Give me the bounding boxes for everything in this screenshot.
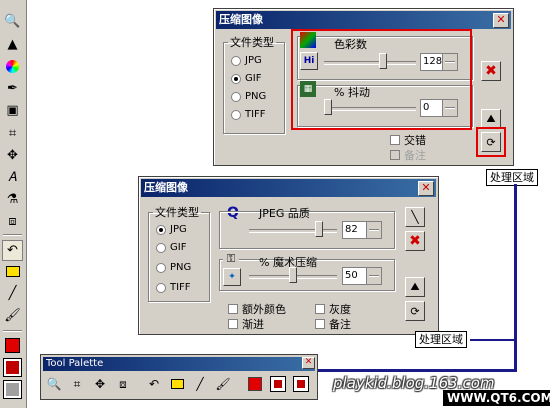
eyedropper-button[interactable]: ╲ [405,207,425,227]
crop-icon[interactable]: ⌗ [68,375,86,393]
preview-button[interactable]: ⛰ [405,277,425,297]
palette-title: Tool Palette [46,358,104,369]
radio-tiff[interactable]: TIFF [231,109,266,120]
rectangle-icon[interactable] [168,375,186,393]
landscape-icon: ⛰ [486,112,496,125]
close-button[interactable]: ✕ [418,181,434,196]
close-button[interactable]: ✕ [493,13,509,28]
bottom-compress-dialog: 压缩图像 ✕ 文件类型 JPG GIF PNG TIFF Q JPEG 品质 8… [138,176,439,335]
radio-circle [231,91,241,102]
radio-jpg[interactable]: JPG [231,55,262,66]
zoom-icon[interactable]: 🔍 [45,375,63,393]
file-type-label: 文件类型 [155,206,199,219]
magic-slider[interactable] [249,266,337,286]
magic-tool-icon: ⚿ [223,252,239,266]
refresh-image-icon: ⟳ [410,304,420,318]
stamp-icon[interactable]: ⚗ [3,190,22,209]
brush-icon[interactable]: 🖌 [3,306,22,325]
cancel-button[interactable]: ✖ [405,231,425,251]
eyedropper-icon: ╲ [411,210,419,224]
grayscale-checkbox[interactable]: 灰度 [315,301,351,317]
bottom-callout: 处理区域 [415,331,467,348]
refresh-image-icon: ⟳ [486,135,496,149]
dialog-title-bar: 压缩图像 [216,11,511,29]
palette-close-button[interactable]: ✕ [302,357,315,369]
palette-title-bar: Tool Palette [43,357,315,371]
toolbar-separator [3,330,22,332]
magic-preview-button[interactable]: ✦ [223,268,241,286]
progressive-checkbox[interactable]: 渐进 [228,316,264,332]
radio-jpg[interactable]: JPG [156,224,187,235]
quality-slider[interactable] [249,220,337,240]
frame-icon[interactable]: ⧈ [114,375,132,393]
file-type-label: 文件类型 [230,36,274,49]
red-x-icon: ✖ [409,233,421,249]
frame-icon[interactable]: ⧈ [3,212,22,231]
text-tool-icon[interactable]: 𝐴 [3,168,22,187]
highlight-box [291,29,472,130]
dialog-title-bar: 压缩图像 [141,179,436,197]
rectangle-icon[interactable] [3,262,22,281]
toolbar-separator [3,234,22,236]
watermark-site: WWW.QT6.COM [443,390,550,406]
comment-checkbox[interactable]: 备注 [390,147,426,163]
radio-circle [231,109,241,120]
process-button[interactable]: ⟳ [481,132,501,152]
process-button[interactable]: ⟳ [405,301,425,321]
zoom-icon[interactable]: 🔍 [3,12,22,31]
background-color-icon[interactable] [270,376,286,392]
radio-gif[interactable]: GIF [156,242,186,253]
preview-button[interactable]: ⛰ [481,109,501,129]
foreground-color-icon[interactable] [3,336,22,355]
cancel-button[interactable]: ✖ [481,61,501,81]
radio-png[interactable]: PNG [231,91,266,102]
radio-circle [231,73,241,84]
connector-line [514,184,517,372]
line-icon[interactable]: ╱ [3,284,22,303]
vertical-toolbar: 🔍 ▲ ✒ ▣ ⌗ ✥ 𝐴 ⚗ ⧈ ↶ ╱ 🖌 [0,0,27,408]
resize-icon[interactable]: ✥ [91,375,109,393]
extra-color-checkbox[interactable]: 额外颜色 [228,301,286,317]
crop-icon[interactable]: ⌗ [3,124,22,143]
interlace-checkbox[interactable]: 交错 [390,132,426,148]
foreground-color-icon[interactable] [248,377,262,391]
dialog-title: 压缩图像 [144,181,188,194]
dialog-title: 压缩图像 [219,13,263,26]
swap-color-icon[interactable] [293,376,309,392]
background-color-icon[interactable] [3,358,22,377]
line-icon[interactable]: ╱ [191,375,209,393]
landscape-icon: ⛰ [410,280,420,293]
radio-tiff[interactable]: TIFF [156,282,191,293]
wand-icon[interactable]: ✒ [3,79,22,98]
lasso-icon[interactable]: ↶ [2,240,23,261]
magic-spinner[interactable]: 50 [342,267,382,285]
quality-label: JPEG 品质 [259,207,310,220]
image-icon[interactable]: ▣ [3,101,22,120]
resize-icon[interactable]: ✥ [3,146,22,165]
radio-circle [231,55,241,66]
swap-color-icon[interactable] [3,380,22,399]
comment-checkbox[interactable]: 备注 [315,316,351,332]
red-x-icon: ✖ [485,63,497,79]
color-wheel-icon[interactable] [3,57,22,76]
triangle-tool-icon[interactable]: ▲ [3,35,22,54]
connector-line [470,339,517,341]
radio-png[interactable]: PNG [156,262,191,273]
lasso-icon[interactable]: ↶ [145,375,163,393]
radio-gif[interactable]: GIF [231,73,261,84]
top-callout: 处理区域 [486,169,538,186]
connector-line [316,369,517,372]
tool-palette: Tool Palette ✕ 🔍 ⌗ ✥ ⧈ ↶ ╱ 🖌 [40,354,318,400]
brush-icon[interactable]: 🖌 [214,375,232,393]
top-compress-dialog: 压缩图像 ✕ 文件类型 JPG GIF PNG TIFF 色彩数 Hi 128 … [213,8,514,166]
quality-spinner[interactable]: 82 [342,221,382,239]
